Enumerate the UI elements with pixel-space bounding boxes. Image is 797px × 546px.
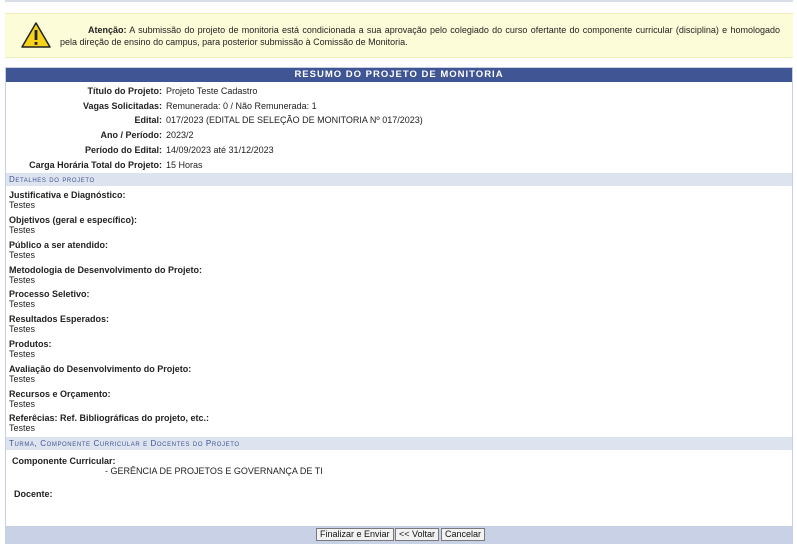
detail-value: Testes: [9, 200, 36, 210]
details-section-header: Detalhes do projeto: [6, 173, 792, 186]
detail-value: Testes: [9, 399, 36, 409]
detail-value: Testes: [9, 349, 36, 359]
detail-item-metodologia: Metodologia de Desenvolvimento do Projet…: [9, 265, 789, 285]
info-row-ano-periodo: Ano / Período: 2023/2: [6, 128, 792, 143]
detail-label: Avaliação do Desenvolvimento do Projeto:: [9, 364, 192, 374]
alert-body: A submissão do projeto de monitoria está…: [60, 25, 780, 47]
info-label: Título do Projeto:: [87, 86, 163, 96]
info-row-vagas: Vagas Solicitadas: Remunerada: 0 / Não R…: [6, 99, 792, 114]
info-row-periodo-edital: Período do Edital: 14/09/2023 até 31/12/…: [6, 143, 792, 158]
detail-value: Testes: [9, 250, 36, 260]
info-value: Remunerada: 0 / Não Remunerada: 1: [166, 101, 317, 111]
detail-value: Testes: [9, 299, 36, 309]
info-value: Projeto Teste Cadastro: [166, 86, 258, 96]
info-label: Edital:: [134, 115, 162, 125]
top-divider: [5, 0, 793, 2]
detail-item-recursos: Recursos e Orçamento: Testes: [9, 389, 789, 409]
info-label: Ano / Período:: [100, 130, 163, 140]
detail-label: Recursos e Orçamento:: [9, 389, 111, 399]
info-label: Período do Edital:: [84, 145, 162, 155]
detail-value: Testes: [9, 423, 36, 433]
detail-label: Processo Seletivo:: [9, 289, 90, 299]
detail-value: Testes: [9, 324, 36, 334]
detail-label: Justificativa e Diagnóstico:: [9, 190, 126, 200]
panel-title: RESUMO DO PROJETO DE MONITORIA: [6, 68, 792, 82]
detail-item-avaliacao: Avaliação do Desenvolvimento do Projeto:…: [9, 364, 789, 384]
detail-label: Objetivos (geral e específico):: [9, 215, 138, 225]
detail-label: Metodologia de Desenvolvimento do Projet…: [9, 265, 203, 275]
detail-label: Referêcias: Ref. Bibliográficas do proje…: [9, 413, 210, 423]
detail-item-objetivos: Objetivos (geral e específico): Testes: [9, 215, 789, 235]
info-value: 15 Horas: [166, 160, 203, 170]
docente-label: Docente:: [14, 489, 53, 499]
detail-value: Testes: [9, 374, 36, 384]
project-summary-panel: RESUMO DO PROJETO DE MONITORIA Título do…: [5, 67, 793, 544]
detail-item-resultados: Resultados Esperados: Testes: [9, 314, 789, 334]
action-bar: Finalizar e Enviar << Voltar Cancelar: [6, 526, 792, 544]
detail-item-publico: Público a ser atendido: Testes: [9, 240, 789, 260]
info-value: 017/2023 (EDITAL DE SELEÇÃO DE MONITORIA…: [166, 115, 423, 125]
info-value: 14/09/2023 até 31/12/2023: [166, 145, 274, 155]
info-row-carga-horaria: Carga Horária Total do Projeto: 15 Horas: [6, 158, 792, 173]
component-value: - GERÊNCIA DE PROJETOS E GOVERNANÇA DE T…: [105, 466, 323, 476]
warning-icon: [21, 22, 51, 48]
component-label: Componente Curricular:: [12, 456, 116, 466]
turma-section-header: Turma, Componente Curricular e Docentes …: [6, 437, 792, 450]
info-value: 2023/2: [166, 130, 194, 140]
info-label: Carga Horária Total do Projeto:: [29, 160, 162, 170]
info-row-titulo: Título do Projeto: Projeto Teste Cadastr…: [6, 84, 792, 99]
alert-title: Atenção:: [88, 25, 127, 35]
detail-item-produtos: Produtos: Testes: [9, 339, 789, 359]
cancel-button[interactable]: Cancelar: [441, 528, 486, 541]
detail-item-justificativa: Justificativa e Diagnóstico: Testes: [9, 190, 789, 210]
detail-item-referencias: Referêcias: Ref. Bibliográficas do proje…: [9, 413, 789, 433]
detail-label: Produtos:: [9, 339, 52, 349]
detail-label: Resultados Esperados:: [9, 314, 110, 324]
alert-message: Atenção: A submissão do projeto de monit…: [60, 24, 780, 48]
alert-box: Atenção: A submissão do projeto de monit…: [5, 13, 793, 58]
submit-button[interactable]: Finalizar e Enviar: [316, 528, 394, 541]
info-row-edital: Edital: 017/2023 (EDITAL DE SELEÇÃO DE M…: [6, 113, 792, 128]
detail-item-processo-seletivo: Processo Seletivo: Testes: [9, 289, 789, 309]
back-button[interactable]: << Voltar: [395, 528, 440, 541]
detail-label: Público a ser atendido:: [9, 240, 109, 250]
detail-value: Testes: [9, 225, 36, 235]
detail-value: Testes: [9, 275, 36, 285]
info-label: Vagas Solicitadas:: [82, 101, 162, 111]
